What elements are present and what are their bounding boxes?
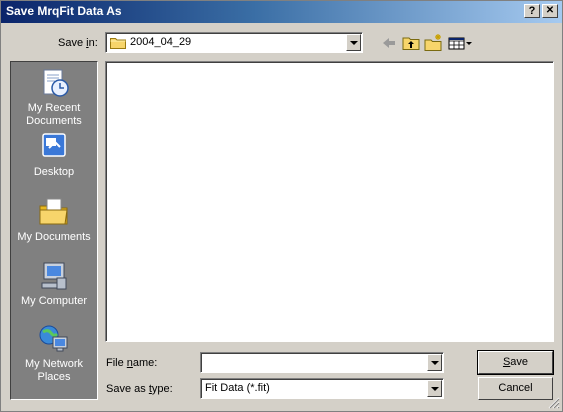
place-desktop[interactable]: Desktop (11, 130, 97, 179)
help-button[interactable]: ? (524, 4, 540, 18)
place-label: My Network (24, 358, 84, 370)
view-menu-icon[interactable] (447, 33, 473, 53)
place-network[interactable]: My Network Places (11, 322, 97, 384)
place-label: My Recent (27, 102, 81, 114)
save-in-value: 2004_04_29 (130, 36, 192, 48)
desktop-icon (42, 133, 66, 157)
places-bar: My Recent Documents Desktop My Documents (10, 61, 98, 400)
file-list[interactable] (105, 61, 554, 342)
my-documents-icon (39, 198, 68, 225)
file-name-label: File name: (106, 357, 158, 369)
place-label: Places (37, 371, 71, 383)
save-in-dropdown[interactable]: 2004_04_29 (105, 32, 363, 53)
back-arrow-icon[interactable] (379, 33, 399, 53)
save-in-dropdown-button[interactable] (346, 34, 361, 51)
save-in-label: Save in: (58, 37, 98, 49)
place-label: My Documents (17, 231, 91, 243)
file-name-input[interactable] (200, 352, 444, 373)
title-bar[interactable]: Save MrqFit Data As ? ✕ (1, 1, 562, 23)
file-name-dropdown-button[interactable] (427, 354, 442, 371)
save-as-type-dropdown[interactable]: Fit Data (*.fit) (200, 378, 444, 399)
folder-icon (110, 38, 126, 49)
save-as-type-dropdown-button[interactable] (427, 380, 442, 397)
up-folder-icon[interactable] (401, 33, 421, 53)
my-computer-icon (41, 262, 67, 290)
save-as-type-value: Fit Data (*.fit) (205, 382, 270, 394)
network-places-icon (39, 325, 68, 352)
cancel-button[interactable]: Cancel (478, 377, 553, 400)
save-as-type-label: Save as type: (106, 383, 173, 395)
place-label: My Computer (20, 295, 88, 307)
place-my-computer[interactable]: My Computer (11, 259, 97, 308)
save-dialog: Save MrqFit Data As ? ✕ Save in: 2004_04… (0, 0, 563, 412)
place-my-documents[interactable]: My Documents (11, 195, 97, 244)
new-folder-icon[interactable] (423, 33, 443, 53)
place-recent-documents[interactable]: My Recent Documents (11, 66, 97, 128)
place-label: Desktop (33, 166, 75, 178)
save-button[interactable]: Save (477, 350, 554, 375)
window-title: Save MrqFit Data As (6, 4, 122, 18)
resize-grip[interactable] (548, 397, 560, 409)
close-button[interactable]: ✕ (542, 4, 558, 18)
place-label: Documents (26, 115, 82, 127)
recent-documents-icon (43, 69, 69, 97)
